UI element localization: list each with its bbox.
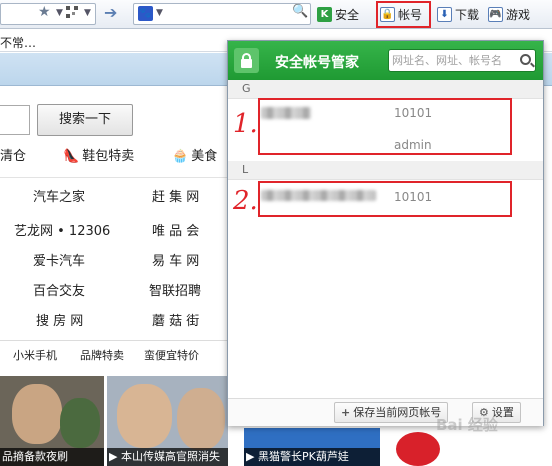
annotation-marker-1: 1.: [233, 109, 258, 139]
news-caption-text: 黑猫警长PK葫芦娃: [257, 450, 349, 463]
site-link[interactable]: 艺龙网 • 12306: [14, 220, 110, 239]
account-entry[interactable]: 10101 admin 1.: [228, 98, 543, 161]
plus-icon: +: [341, 406, 351, 419]
news-thumbnail[interactable]: ▶ 黑猫警长PK葫芦娃: [244, 428, 380, 466]
site-link[interactable]: 蘑 菇 街: [152, 310, 199, 329]
site-link[interactable]: 搜 房 网: [36, 310, 83, 329]
chevron-down-icon[interactable]: ▼: [156, 8, 163, 18]
news-photo: [12, 384, 62, 444]
category-clearance[interactable]: 清仓: [0, 145, 26, 164]
product-tabs: 小米手机 品牌特卖 蛮便宜特价: [0, 340, 228, 366]
tab-xiaomi[interactable]: 小米手机: [13, 347, 57, 363]
site-link[interactable]: 易 车 网: [152, 250, 199, 269]
news-photo: [117, 384, 172, 448]
news-caption-text: 本山传媒高官照消失: [120, 450, 220, 463]
baidu-paw-icon[interactable]: 🐾: [138, 6, 153, 21]
category-label: 鞋包特卖: [82, 149, 135, 164]
gamepad-icon: 🎮: [488, 6, 503, 22]
red-seal-icon: [396, 432, 440, 466]
news-thumbnail[interactable]: ▶ 本山传媒高官照消失: [107, 376, 228, 466]
security-label: 安全: [335, 7, 360, 22]
news-photo: [177, 388, 225, 450]
chevron-down-icon[interactable]: ▼: [84, 8, 91, 18]
popup-search-field[interactable]: [388, 49, 536, 72]
save-button-label: 保存当前网页帐号: [353, 406, 442, 419]
bookmark-item[interactable]: 不常…: [0, 34, 36, 51]
highlight-box-1: [258, 98, 512, 155]
tab-cheap-deals[interactable]: 蛮便宜特价: [144, 347, 199, 363]
site-link[interactable]: 百合交友: [33, 280, 85, 299]
popup-title: 安全帐号管家: [275, 55, 359, 71]
download-icon: ⬇: [437, 6, 452, 22]
lock-body: [241, 59, 252, 68]
account-highlight-box: [376, 1, 431, 28]
divider: [0, 177, 228, 178]
site-link[interactable]: 唯 品 会: [152, 220, 199, 239]
watermark: Bai 经验: [436, 416, 498, 434]
site-link[interactable]: 赶 集 网: [152, 186, 199, 205]
games-button[interactable]: 🎮 游戏: [488, 4, 530, 24]
group-header-g: G: [228, 80, 543, 99]
cake-icon: 🧁: [172, 149, 189, 164]
category-food[interactable]: 🧁 美食: [172, 145, 217, 164]
group-header-l: L: [228, 161, 543, 180]
popup-search-input[interactable]: [392, 52, 514, 69]
popup-header: 安全帐号管家: [228, 41, 543, 80]
go-arrow-icon[interactable]: ➔: [104, 3, 117, 22]
save-current-account-button[interactable]: + 保存当前网页帐号: [334, 402, 449, 423]
download-button[interactable]: ⬇ 下载: [437, 4, 479, 24]
site-link[interactable]: 爱卡汽车: [33, 250, 85, 269]
star-icon[interactable]: ★: [38, 4, 51, 20]
account-entry[interactable]: 10101 2.: [228, 180, 543, 220]
category-shoes-bags[interactable]: 👠 鞋包特卖: [63, 145, 134, 164]
category-label: 美食: [191, 149, 218, 164]
news-caption: ▶ 黑猫警长PK葫芦娃: [244, 448, 380, 466]
chevron-down-icon[interactable]: ▼: [56, 8, 63, 18]
browser-toolbar: ★ ▼ ▼ ➔ 🐾 ▼ 🔍 K 安全 🔒 帐号 ⬇ 下载 🎮 游戏: [0, 0, 552, 29]
news-photo: [60, 398, 100, 448]
tab-brand-sale[interactable]: 品牌特卖: [80, 347, 124, 363]
site-link[interactable]: 汽车之家: [33, 186, 85, 205]
security-button[interactable]: K 安全: [317, 4, 359, 24]
lock-icon: [234, 48, 259, 73]
page-search-button[interactable]: 搜索一下: [37, 104, 133, 136]
download-label: 下载: [455, 7, 480, 22]
account-manager-popup: 安全帐号管家 G 10101 admin 1. L 10101 2. +保存当前…: [227, 40, 544, 426]
high-heel-icon: 👠: [63, 149, 80, 164]
news-thumbnail[interactable]: 品摘备款夜刷: [0, 376, 104, 466]
games-label: 游戏: [506, 7, 531, 22]
shield-k-icon: K: [317, 6, 332, 22]
page-search-input[interactable]: [0, 105, 30, 135]
news-caption: ▶ 本山传媒高官照消失: [107, 448, 228, 466]
annotation-marker-2: 2.: [233, 186, 258, 216]
news-caption: 品摘备款夜刷: [0, 448, 104, 466]
site-link[interactable]: 智联招聘: [149, 280, 201, 299]
search-icon[interactable]: [520, 54, 531, 65]
highlight-box-2: [258, 181, 512, 217]
search-icon[interactable]: 🔍: [292, 4, 308, 19]
qr-code-icon[interactable]: [66, 6, 78, 18]
